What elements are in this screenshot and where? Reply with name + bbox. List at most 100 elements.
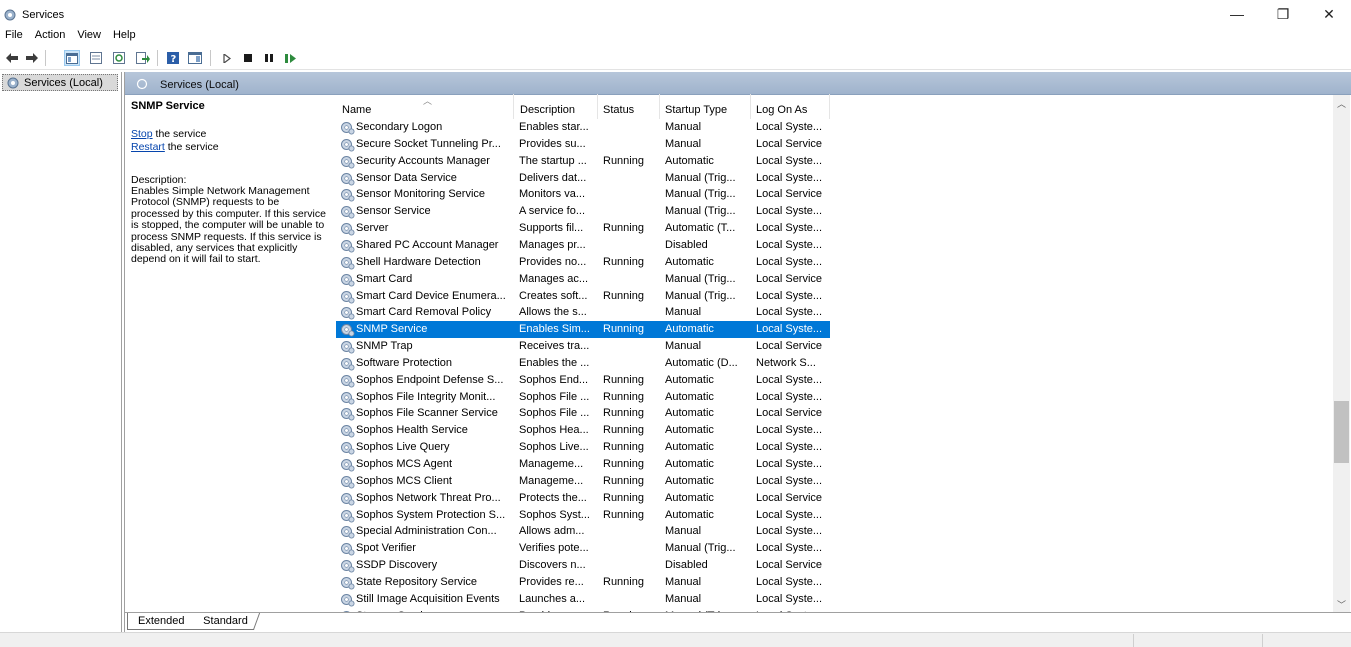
- service-row[interactable]: Software Protection Enables the ... Automa…: [336, 355, 830, 372]
- menu-view[interactable]: View: [71, 28, 107, 46]
- export-list-icon[interactable]: [135, 50, 151, 66]
- service-row[interactable]: Sensor Service A service fo... Manual (Tri…: [336, 203, 830, 220]
- column-header-label: Name: [342, 104, 372, 116]
- back-icon[interactable]: [4, 50, 20, 66]
- window-title: Services: [22, 9, 65, 21]
- toolbar-separator: [210, 50, 211, 66]
- minimize-button[interactable]: —: [1214, 0, 1260, 28]
- restart-action-text: the service: [164, 141, 219, 153]
- service-row[interactable]: Sensor Data Service Delivers dat... Manual…: [336, 170, 830, 187]
- service-gear-icon: [340, 524, 355, 539]
- service-gear-icon: [340, 289, 355, 304]
- service-description-cell: Sophos File ...: [519, 407, 590, 420]
- service-row[interactable]: Sophos MCS Client Manageme... Running Autom…: [336, 473, 830, 490]
- close-button[interactable]: ✕: [1306, 0, 1351, 28]
- service-row[interactable]: State Repository Service Provides re... Ru…: [336, 574, 830, 591]
- forward-icon[interactable]: [24, 50, 40, 66]
- service-row[interactable]: Sophos System Protection S... Sophos Syst…: [336, 507, 830, 524]
- service-name-cell: SSDP Discovery: [356, 559, 438, 572]
- service-log-on-as-cell: Local Service: [756, 340, 823, 353]
- resume-service-icon[interactable]: [283, 50, 299, 66]
- column-header-log-on-as[interactable]: Log On As: [751, 94, 830, 119]
- service-row[interactable]: Security Accounts Manager The startup ...…: [336, 153, 830, 170]
- service-row[interactable]: Server Supports fil... Running Automatic (T…: [336, 220, 830, 237]
- service-gear-icon: [340, 187, 355, 202]
- service-name-cell: Sophos MCS Agent: [356, 458, 453, 470]
- vertical-scrollbar[interactable]: ︿ ﹀: [1333, 95, 1350, 613]
- show-action-pane-icon[interactable]: [187, 50, 203, 66]
- column-header-status[interactable]: Status: [598, 94, 660, 119]
- service-startup-type-cell: Automatic: [665, 441, 714, 454]
- service-description-cell: Sophos End...: [519, 373, 589, 386]
- menu-help[interactable]: Help: [107, 28, 142, 46]
- service-row[interactable]: Sophos Health Service Sophos Hea... Runnin…: [336, 422, 830, 439]
- console-tree: Services (Local): [0, 72, 122, 632]
- service-name-cell: Secure Socket Tunneling Pr...: [356, 137, 501, 150]
- service-row[interactable]: Sophos File Integrity Monit... Sophos Fil…: [336, 389, 830, 406]
- menu-file[interactable]: File: [0, 28, 29, 46]
- service-gear-icon: [340, 137, 355, 152]
- service-status-cell: Running: [603, 289, 644, 302]
- tree-item-services-local[interactable]: Services (Local): [2, 74, 118, 91]
- service-row[interactable]: Smart Card Manages ac... Manual (Trig... Lo…: [336, 271, 830, 288]
- restart-action: Restart the service: [131, 141, 331, 154]
- service-startup-type-cell: Manual (Trig...: [665, 205, 736, 218]
- service-row[interactable]: SSDP Discovery Discovers n... Disabled Loca…: [336, 557, 830, 574]
- column-header-startup-type[interactable]: Startup Type: [660, 94, 751, 119]
- service-log-on-as-cell: Local Syste...: [756, 289, 823, 302]
- column-header-name[interactable]: ︿ Name: [336, 94, 514, 119]
- service-name-cell: Sensor Service: [356, 205, 431, 218]
- service-row[interactable]: Secondary Logon Enables star... Manual Loca…: [336, 119, 830, 136]
- service-status-cell: Running: [603, 407, 644, 420]
- service-description-cell: Enables Sim...: [519, 323, 590, 336]
- scroll-down-icon[interactable]: ﹀: [1333, 596, 1350, 613]
- service-name-cell: Special Administration Con...: [356, 525, 497, 538]
- service-row[interactable]: Smart Card Device Enumera... Creates soft…: [336, 288, 830, 305]
- stop-service-icon[interactable]: [240, 50, 256, 66]
- service-gear-icon: [340, 255, 355, 270]
- service-row[interactable]: SNMP Service Enables Sim... Running Automat…: [336, 321, 830, 339]
- pause-service-icon[interactable]: [261, 50, 277, 66]
- restart-service-link[interactable]: Restart: [131, 141, 165, 153]
- service-log-on-as-cell: Network S...: [756, 356, 816, 369]
- service-name-cell: Sophos File Scanner Service: [356, 407, 498, 420]
- maximize-button[interactable]: ❐: [1260, 0, 1306, 28]
- service-row[interactable]: Still Image Acquisition Events Launches a…: [336, 591, 830, 608]
- service-name-cell: State Repository Service: [356, 575, 478, 588]
- scroll-up-icon[interactable]: ︿: [1333, 95, 1350, 112]
- service-row[interactable]: Special Administration Con... Allows adm.…: [336, 523, 830, 540]
- help-icon[interactable]: ?: [165, 50, 181, 66]
- column-header-description[interactable]: Description: [514, 94, 598, 119]
- service-gear-icon: [340, 373, 355, 388]
- properties-icon[interactable]: [88, 50, 104, 66]
- service-row[interactable]: Sensor Monitoring Service Monitors va... M…: [336, 186, 830, 203]
- tab-extended[interactable]: Extended: [127, 613, 193, 630]
- service-row[interactable]: Smart Card Removal Policy Allows the s...…: [336, 304, 830, 321]
- service-description-cell: Provides su...: [519, 137, 586, 150]
- service-status-cell: Running: [603, 255, 644, 268]
- show-hide-console-tree-icon[interactable]: [64, 50, 80, 66]
- tab-standard[interactable]: Standard: [189, 613, 260, 630]
- service-row[interactable]: Shell Hardware Detection Provides no... Ru…: [336, 254, 830, 271]
- service-row[interactable]: Sophos Endpoint Defense S... Sophos End..…: [336, 372, 830, 389]
- service-row[interactable]: Shared PC Account Manager Manages pr... Di…: [336, 237, 830, 254]
- service-gear-icon: [340, 558, 355, 573]
- start-service-icon[interactable]: [219, 50, 235, 66]
- tab-label: Standard: [203, 615, 248, 627]
- service-row[interactable]: Sophos Live Query Sophos Live... Running Au…: [336, 439, 830, 456]
- service-status-cell: Running: [603, 508, 644, 521]
- service-row[interactable]: Sophos Network Threat Pro... Protects the…: [336, 490, 830, 507]
- service-startup-type-cell: Manual: [665, 592, 702, 605]
- service-startup-type-cell: Manual (Trig...: [665, 188, 736, 201]
- stop-service-link[interactable]: Stop: [131, 128, 153, 140]
- service-startup-type-cell: Manual (Trig...: [665, 542, 736, 555]
- service-row[interactable]: Spot Verifier Verifies pote... Manual (Tri…: [336, 540, 830, 557]
- service-row[interactable]: Sophos File Scanner Service Sophos File .…: [336, 405, 830, 422]
- service-row[interactable]: Secure Socket Tunneling Pr... Provides su…: [336, 136, 830, 153]
- service-row[interactable]: SNMP Trap Receives tra... Manual Local Serv…: [336, 338, 830, 355]
- service-gear-icon: [340, 221, 355, 236]
- service-row[interactable]: Sophos MCS Agent Manageme... Running Automa…: [336, 456, 830, 473]
- scrollbar-thumb[interactable]: [1334, 401, 1349, 463]
- menu-action[interactable]: Action: [29, 28, 72, 46]
- refresh-icon[interactable]: [111, 50, 127, 66]
